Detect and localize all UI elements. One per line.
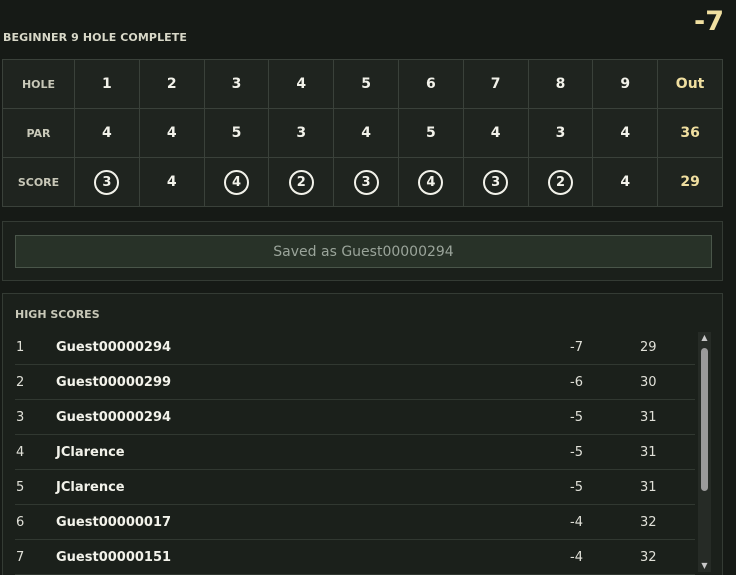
to-par: -4 bbox=[570, 515, 583, 530]
strokes: 31 bbox=[640, 445, 657, 460]
high-score-row: 2 Guest00000299 -6 30 bbox=[15, 365, 695, 400]
score-label: SCORE bbox=[2, 157, 75, 207]
high-score-row: 5 JClarence -5 31 bbox=[15, 470, 695, 505]
out-label: Out bbox=[657, 59, 723, 109]
high-score-row: 3 Guest00000294 -5 31 bbox=[15, 400, 695, 435]
score-cell: 2 bbox=[268, 157, 335, 207]
to-par: -7 bbox=[570, 340, 583, 355]
score-cell: 3 bbox=[333, 157, 399, 207]
score-cell: 4 bbox=[592, 157, 659, 207]
rank: 5 bbox=[16, 480, 25, 495]
high-scores-title: HIGH SCORES bbox=[15, 308, 100, 321]
par-total: 36 bbox=[657, 108, 723, 158]
score-cell: 3 bbox=[462, 157, 529, 207]
birdie-circle-icon: 2 bbox=[547, 169, 573, 195]
birdie-circle-icon: 3 bbox=[94, 169, 120, 195]
hole-number: 9 bbox=[592, 59, 659, 109]
rank: 4 bbox=[16, 445, 25, 460]
hole-number: 4 bbox=[268, 59, 335, 109]
high-score-row: 7 Guest00000151 -4 32 bbox=[15, 540, 695, 575]
par-value: 3 bbox=[527, 108, 594, 158]
high-score-row: 4 JClarence -5 31 bbox=[15, 435, 695, 470]
strokes: 29 bbox=[640, 340, 657, 355]
score-cell: 4 bbox=[138, 157, 205, 207]
save-panel: Saved as Guest00000294 bbox=[2, 221, 723, 281]
strokes: 31 bbox=[640, 410, 657, 425]
score-cell: 4 bbox=[397, 157, 464, 207]
par-value: 5 bbox=[203, 108, 270, 158]
score-total: 29 bbox=[657, 157, 723, 207]
hole-number: 2 bbox=[138, 59, 205, 109]
to-par: -4 bbox=[570, 550, 583, 565]
strokes: 32 bbox=[640, 515, 657, 530]
scroll-thumb[interactable] bbox=[701, 348, 708, 491]
par-value: 4 bbox=[138, 108, 205, 158]
to-par: -5 bbox=[570, 480, 583, 495]
score-cell: 3 bbox=[74, 157, 140, 207]
to-par: -5 bbox=[570, 445, 583, 460]
strokes: 30 bbox=[640, 375, 657, 390]
hole-number: 1 bbox=[74, 59, 140, 109]
total-to-par: -7 bbox=[694, 6, 724, 37]
par-row: PAR 4 4 5 3 4 5 4 3 4 36 bbox=[2, 108, 723, 158]
birdie-circle-icon: 4 bbox=[223, 169, 249, 195]
par-value: 4 bbox=[592, 108, 659, 158]
birdie-circle-icon: 4 bbox=[418, 169, 444, 195]
hole-number: 3 bbox=[203, 59, 270, 109]
player-name: Guest00000017 bbox=[56, 515, 172, 530]
hole-number: 5 bbox=[333, 59, 399, 109]
hole-row: HOLE 1 2 3 4 5 6 7 8 9 Out bbox=[2, 59, 723, 109]
triangle-down-icon[interactable]: ▼ bbox=[698, 560, 711, 572]
score-row: SCORE 3 4 4 2 3 4 3 2 4 29 bbox=[2, 157, 723, 207]
rank: 2 bbox=[16, 375, 25, 390]
hole-number: 8 bbox=[527, 59, 594, 109]
saved-as-field[interactable]: Saved as Guest00000294 bbox=[15, 235, 712, 268]
score-cell: 2 bbox=[527, 157, 594, 207]
rank: 7 bbox=[16, 550, 25, 565]
player-name: Guest00000294 bbox=[56, 340, 172, 355]
high-score-row: 1 Guest00000294 -7 29 bbox=[15, 330, 695, 365]
player-name: Guest00000294 bbox=[56, 410, 172, 425]
high-scores-list[interactable]: 1 Guest00000294 -7 29 2 Guest00000299 -6… bbox=[15, 330, 695, 575]
par-value: 3 bbox=[268, 108, 335, 158]
triangle-up-icon[interactable]: ▲ bbox=[698, 332, 711, 344]
to-par: -6 bbox=[570, 375, 583, 390]
player-name: JClarence bbox=[56, 445, 125, 460]
birdie-circle-icon: 3 bbox=[353, 169, 379, 195]
high-scores-scrollbar[interactable]: ▲ ▼ bbox=[698, 332, 711, 572]
course-title: BEGINNER 9 HOLE COMPLETE bbox=[3, 31, 188, 44]
to-par: -5 bbox=[570, 410, 583, 425]
score-cell: 4 bbox=[203, 157, 270, 207]
hole-number: 6 bbox=[397, 59, 464, 109]
player-name: JClarence bbox=[56, 480, 125, 495]
hole-label: HOLE bbox=[2, 59, 75, 109]
par-value: 5 bbox=[397, 108, 464, 158]
high-score-row: 6 Guest00000017 -4 32 bbox=[15, 505, 695, 540]
par-label: PAR bbox=[2, 108, 75, 158]
rank: 6 bbox=[16, 515, 25, 530]
par-value: 4 bbox=[74, 108, 140, 158]
high-scores-panel: HIGH SCORES 1 Guest00000294 -7 29 2 Gues… bbox=[2, 293, 723, 575]
player-name: Guest00000151 bbox=[56, 550, 172, 565]
header: BEGINNER 9 HOLE COMPLETE -7 bbox=[0, 0, 736, 58]
scorecard: HOLE 1 2 3 4 5 6 7 8 9 Out PAR 4 4 5 3 4… bbox=[2, 59, 723, 207]
rank: 3 bbox=[16, 410, 25, 425]
birdie-circle-icon: 2 bbox=[288, 169, 314, 195]
par-value: 4 bbox=[333, 108, 399, 158]
hole-number: 7 bbox=[462, 59, 529, 109]
par-value: 4 bbox=[462, 108, 529, 158]
strokes: 31 bbox=[640, 480, 657, 495]
rank: 1 bbox=[16, 340, 25, 355]
player-name: Guest00000299 bbox=[56, 375, 172, 390]
birdie-circle-icon: 3 bbox=[483, 169, 509, 195]
strokes: 32 bbox=[640, 550, 657, 565]
